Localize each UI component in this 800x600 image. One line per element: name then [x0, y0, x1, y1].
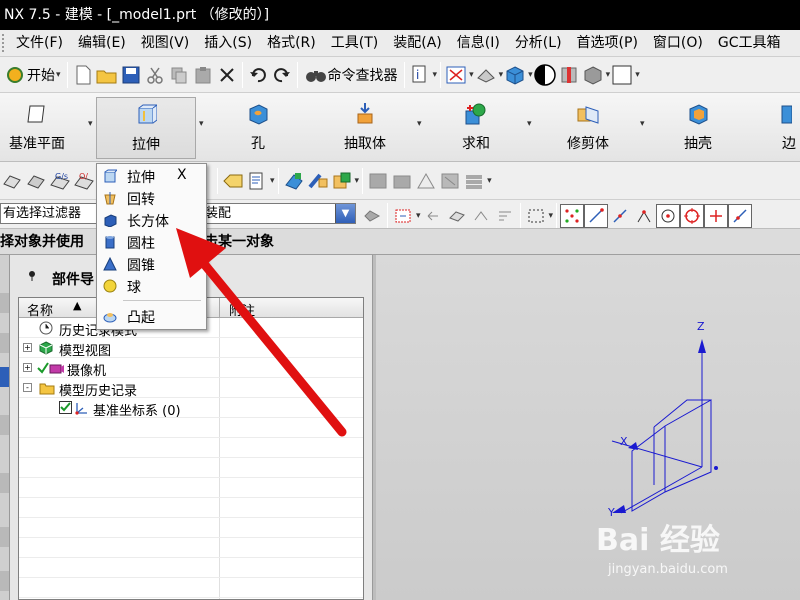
annotation-arrow [176, 228, 347, 437]
watermark-url: jingyan.baidu.com [608, 562, 728, 577]
watermark-brand: Bai 经验 [596, 523, 720, 558]
